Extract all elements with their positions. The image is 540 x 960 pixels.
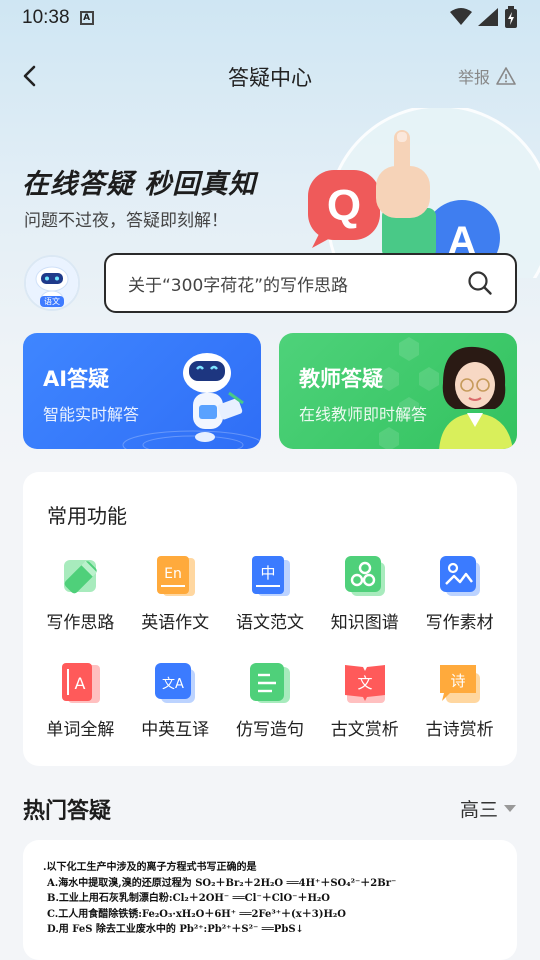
word-glyph: A — [75, 674, 86, 693]
question-option-a: A.海水中提取溴,溴的还原过程为 SO₂＋Br₂＋2H₂O ══4H⁺＋SO₄²… — [47, 877, 397, 889]
status-time: 10:38 — [22, 7, 70, 28]
ai-qa-card[interactable]: AI答疑 智能实时解答 — [23, 333, 261, 449]
poem-icon: 诗 — [439, 665, 480, 703]
robot-icon — [183, 353, 244, 442]
hero-title: 在线答疑 秒回真知 — [22, 169, 257, 200]
func-classical-poem[interactable]: 诗 古诗赏析 — [412, 659, 507, 740]
func-label: 写作素材 — [425, 613, 494, 633]
func-label: 古诗赏析 — [425, 720, 494, 740]
dropdown-arrow-icon — [504, 805, 516, 812]
func-writing-ideas[interactable]: 写作思路 — [33, 552, 128, 633]
nav-bar: 答疑中心 举报 — [0, 52, 540, 100]
battery-icon — [505, 6, 517, 28]
func-label: 古文赏析 — [330, 720, 399, 740]
func-imitation[interactable]: 仿写造句 — [223, 659, 318, 740]
search-icon[interactable] — [467, 270, 493, 296]
poem-glyph: 诗 — [450, 672, 465, 690]
search-input[interactable]: 关于“300字荷花”的写作思路 — [128, 271, 467, 296]
book-icon: 文 — [344, 665, 385, 703]
question-option-b: B.工业上用石灰乳制漂白粉:Cl₂＋2OH⁻ ══Cl⁻＋ClO⁻＋H₂O — [47, 893, 331, 904]
chinese-icon: 中 — [251, 556, 290, 596]
grade-label: 高三 — [459, 799, 498, 821]
translate-icon: 文A — [155, 663, 196, 703]
report-label: 举报 — [457, 68, 490, 87]
func-label: 仿写造句 — [235, 720, 304, 740]
notification-a-icon: A — [79, 11, 94, 25]
english-icon: En — [157, 556, 196, 596]
teacher-qa-title: 教师答疑 — [299, 367, 383, 391]
search-bar[interactable]: 关于“300字荷花”的写作思路 — [104, 253, 517, 313]
func-label: 写作思路 — [46, 613, 115, 633]
teacher-qa-subtitle: 在线教师即时解答 — [299, 405, 428, 424]
wifi-icon — [450, 8, 472, 25]
func-label: 英语作文 — [141, 613, 210, 633]
func-label: 语文范文 — [235, 613, 304, 633]
func-english-essay[interactable]: En 英语作文 — [128, 552, 223, 633]
grade-selector[interactable]: 高三 — [460, 795, 516, 822]
english-glyph: En — [164, 566, 182, 582]
hero-subtitle: 问题不过夜，答疑即刻解！ — [24, 211, 228, 231]
q-letter: Q — [327, 181, 361, 230]
translate-glyph: 文A — [162, 677, 184, 692]
teacher-avatar-icon — [439, 346, 513, 449]
func-chinese-sample[interactable]: 中 语文范文 — [223, 552, 318, 633]
func-label: 中英互译 — [141, 720, 210, 740]
func-writing-material[interactable]: 写作素材 — [412, 552, 507, 633]
pencil-icon — [64, 560, 98, 594]
hot-questions-title: 热门答疑 — [23, 799, 112, 824]
status-icons — [450, 6, 518, 28]
func-word-analysis[interactable]: A 单词全解 — [33, 659, 128, 740]
common-functions-title: 常用功能 — [47, 504, 127, 528]
function-grid: 写作思路 En 英语作文 中 语文范文 知识图谱 写作素材 A 单词全解 文A … — [33, 552, 507, 740]
func-label: 知识图谱 — [330, 613, 399, 633]
doc-icon — [249, 663, 290, 703]
common-functions-panel: 常用功能 写作思路 En 英语作文 中 语文范文 知识图谱 写作素材 A 单词全… — [23, 472, 517, 766]
ai-qa-title: AI答疑 — [43, 367, 110, 391]
ai-qa-subtitle: 智能实时解答 — [43, 405, 140, 424]
func-translate[interactable]: 文A 中英互译 — [128, 659, 223, 740]
subject-tag: 语文 — [40, 296, 64, 307]
teacher-qa-card[interactable]: 教师答疑 在线教师即时解答 — [279, 333, 517, 449]
image-icon — [439, 556, 480, 596]
question-card[interactable]: .以下化工生产中涉及的离子方程式书写正确的是 A.海水中提取溴,溴的还原过程为 … — [23, 840, 517, 960]
graph-icon — [344, 556, 385, 596]
question-option-d: D.用 FeS 除去工业废水中的 Pb²⁺:Pb²⁺＋S²⁻ ══PbS↓ — [47, 924, 304, 935]
report-button[interactable]: 举报 — [458, 64, 516, 88]
word-icon: A — [62, 663, 101, 703]
func-classical-prose[interactable]: 文 古文赏析 — [317, 659, 412, 740]
signal-icon — [478, 8, 498, 26]
func-label: 单词全解 — [46, 720, 115, 740]
func-knowledge-graph[interactable]: 知识图谱 — [317, 552, 412, 633]
status-bar: 10:38 A — [0, 0, 540, 36]
question-option-c: C.工人用食醋除铁锈:Fe₂O₃·xH₂O＋6H⁺ ══2Fe³⁺＋(x＋3)H… — [47, 908, 346, 920]
question-stem: .以下化工生产中涉及的离子方程式书写正确的是 — [43, 862, 257, 873]
prose-glyph: 文 — [357, 674, 372, 692]
chinese-glyph: 中 — [260, 564, 275, 582]
subject-avatar[interactable]: 语文 — [24, 255, 80, 311]
question-text: .以下化工生产中涉及的离子方程式书写正确的是 A.海水中提取溴,溴的还原过程为 … — [43, 860, 396, 938]
warning-icon — [496, 67, 516, 85]
